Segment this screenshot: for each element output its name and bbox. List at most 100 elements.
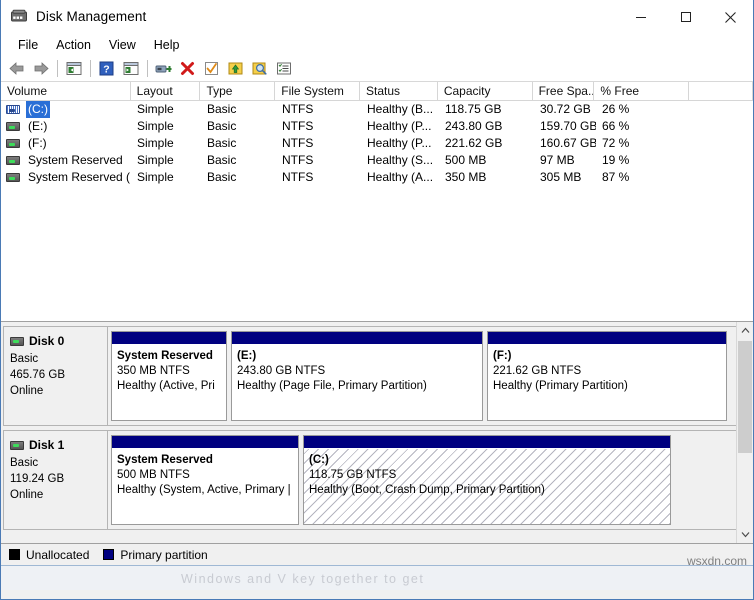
partition-color-bar [488, 332, 726, 345]
partition-size: 350 MB NTFS [117, 364, 226, 379]
help-icon[interactable]: ? [95, 58, 118, 80]
disk-management-icon [10, 8, 28, 26]
list-view-icon[interactable] [272, 58, 295, 80]
menu-action[interactable]: Action [47, 36, 100, 54]
partition-block[interactable]: (F:)221.62 GB NTFSHealthy (Primary Parti… [487, 331, 727, 421]
export-list-icon[interactable] [224, 58, 247, 80]
disk-type: Basic [10, 351, 107, 367]
partition-block[interactable]: System Reserved350 MB NTFSHealthy (Activ… [111, 331, 227, 421]
cell-volume: (F:) [1, 135, 131, 152]
partition-health: Healthy (System, Active, Primary | [117, 483, 298, 498]
cell-free-space: 97 MB [534, 152, 596, 169]
cell-volume: System Reserved [1, 152, 131, 169]
menu-help[interactable]: Help [145, 36, 189, 54]
show-hide-action-pane-icon[interactable] [119, 58, 142, 80]
forward-icon[interactable] [29, 58, 52, 80]
cell-layout: Simple [131, 118, 201, 135]
drive-icon [6, 156, 20, 165]
disk-size: 465.76 GB [10, 367, 107, 383]
menu-file[interactable]: File [9, 36, 47, 54]
primary-partition-swatch [103, 549, 114, 560]
menu-view[interactable]: View [100, 36, 145, 54]
cell-file-system: NTFS [276, 135, 361, 152]
cell-percent-free: 26 % [596, 101, 691, 118]
cell-type: Basic [201, 135, 276, 152]
partition-name: System Reserved [117, 349, 226, 364]
disk-graphical-pane: Disk 0Basic465.76 GBOnlineSystem Reserve… [1, 322, 753, 544]
cell-percent-free: 19 % [596, 152, 691, 169]
column-header-free-spa[interactable]: Free Spa... [533, 82, 595, 100]
partition-details: (C:)118.75 GB NTFSHealthy (Boot, Crash D… [304, 449, 670, 524]
drive-icon [6, 173, 20, 182]
partition-health: Healthy (Boot, Crash Dump, Primary Parti… [309, 483, 670, 498]
disk-management-window: Disk Management File Action View Help [0, 0, 754, 600]
toolbar: ? [1, 56, 753, 82]
hatched-drive-icon [6, 105, 20, 114]
partition-color-bar [112, 332, 226, 345]
scrollbar-track[interactable] [737, 339, 753, 526]
cell-file-system: NTFS [276, 169, 361, 186]
cell-type: Basic [201, 152, 276, 169]
cell-file-system: NTFS [276, 101, 361, 118]
partition-strip: System Reserved350 MB NTFSHealthy (Activ… [108, 327, 736, 425]
column-header-status[interactable]: Status [360, 82, 438, 100]
disk-status: Online [10, 487, 107, 503]
legend-label-primary-partition: Primary partition [120, 548, 207, 562]
column-header-free[interactable]: % Free [594, 82, 689, 100]
volume-list-header: VolumeLayoutTypeFile SystemStatusCapacit… [1, 82, 753, 101]
disk-type: Basic [10, 455, 107, 471]
disk-row[interactable]: Disk 0Basic465.76 GBOnlineSystem Reserve… [3, 326, 737, 426]
cell-type: Basic [201, 169, 276, 186]
cell-volume: (C:) [1, 101, 131, 118]
disk-info[interactable]: Disk 0Basic465.76 GBOnline [4, 327, 108, 425]
minimize-button[interactable] [618, 0, 663, 34]
close-button[interactable] [708, 0, 753, 34]
scroll-up-icon[interactable] [737, 322, 753, 339]
back-icon[interactable] [5, 58, 28, 80]
window-controls [618, 0, 753, 34]
partition-block[interactable]: (E:)243.80 GB NTFSHealthy (Page File, Pr… [231, 331, 483, 421]
delete-icon[interactable] [176, 58, 199, 80]
column-header-file-system[interactable]: File System [275, 82, 360, 100]
cell-volume: System Reserved (... [1, 169, 131, 186]
partition-block[interactable]: (C:)118.75 GB NTFSHealthy (Boot, Crash D… [303, 435, 671, 525]
scroll-down-icon[interactable] [737, 526, 753, 543]
drive-icon [6, 122, 20, 131]
partition-block[interactable]: System Reserved500 MB NTFSHealthy (Syste… [111, 435, 299, 525]
cell-status: Healthy (P... [361, 118, 439, 135]
toolbar-separator-2 [90, 60, 91, 77]
cell-free-space: 160.67 GB [534, 135, 596, 152]
volume-list-body: (C:)SimpleBasicNTFSHealthy (B...118.75 G… [1, 101, 753, 186]
scrollbar-thumb[interactable] [738, 341, 752, 453]
table-row[interactable]: (E:)SimpleBasicNTFSHealthy (P...243.80 G… [1, 118, 753, 135]
table-row[interactable]: (C:)SimpleBasicNTFSHealthy (B...118.75 G… [1, 101, 753, 118]
cell-status: Healthy (S... [361, 152, 439, 169]
show-hide-console-tree-icon[interactable] [62, 58, 85, 80]
search-icon[interactable] [248, 58, 271, 80]
disks-container: Disk 0Basic465.76 GBOnlineSystem Reserve… [1, 326, 753, 530]
maximize-button[interactable] [663, 0, 708, 34]
check-icon[interactable] [200, 58, 223, 80]
table-row[interactable]: System ReservedSimpleBasicNTFSHealthy (S… [1, 152, 753, 169]
graphical-pane-scrollbar[interactable] [736, 322, 753, 543]
toolbar-separator [57, 60, 58, 77]
column-header-capacity[interactable]: Capacity [438, 82, 533, 100]
table-row[interactable]: (F:)SimpleBasicNTFSHealthy (P...221.62 G… [1, 135, 753, 152]
partition-size: 221.62 GB NTFS [493, 364, 726, 379]
column-header-type[interactable]: Type [200, 82, 275, 100]
cell-capacity: 221.62 GB [439, 135, 534, 152]
disk-info[interactable]: Disk 1Basic119.24 GBOnline [4, 431, 108, 529]
volume-label: (C:) [26, 101, 50, 118]
table-row[interactable]: System Reserved (...SimpleBasicNTFSHealt… [1, 169, 753, 186]
watermark: wsxdn.com [687, 554, 747, 568]
properties-icon[interactable] [152, 58, 175, 80]
cell-layout: Simple [131, 152, 201, 169]
cell-layout: Simple [131, 101, 201, 118]
column-header-layout[interactable]: Layout [131, 82, 201, 100]
column-header-spacer[interactable] [689, 82, 753, 100]
partition-strip: System Reserved500 MB NTFSHealthy (Syste… [108, 431, 736, 529]
cell-type: Basic [201, 118, 276, 135]
disk-row[interactable]: Disk 1Basic119.24 GBOnlineSystem Reserve… [3, 430, 737, 530]
partition-name: (E:) [237, 349, 482, 364]
column-header-volume[interactable]: Volume [1, 82, 131, 100]
